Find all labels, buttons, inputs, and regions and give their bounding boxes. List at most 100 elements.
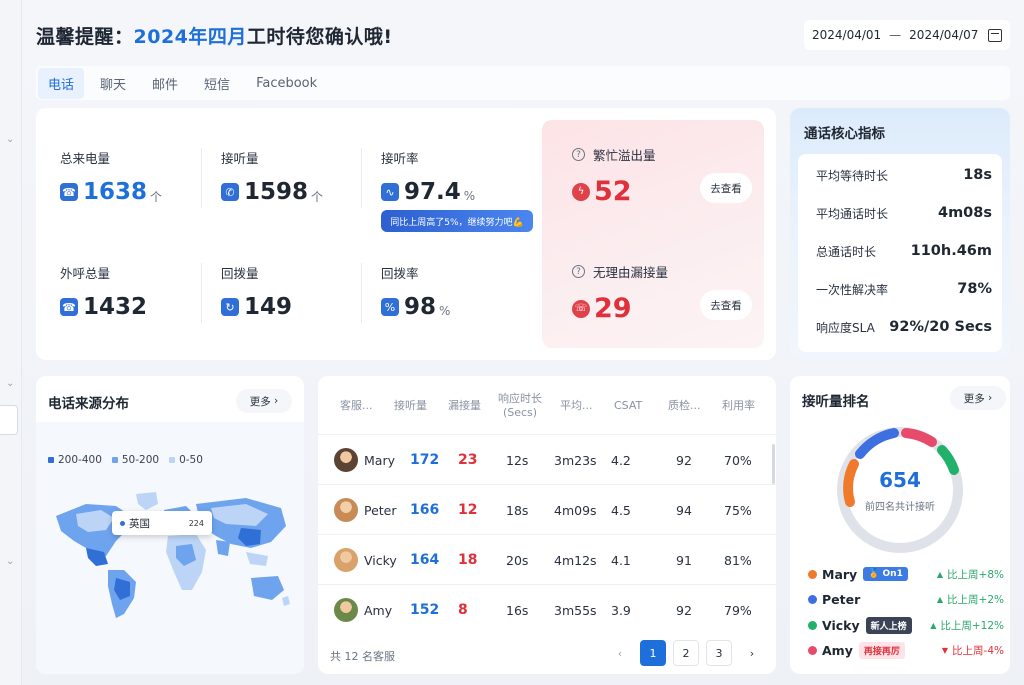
metric-value: 1638: [83, 179, 148, 205]
phone-answer-icon: ✆: [221, 183, 239, 201]
more-label: 更多: [249, 395, 271, 408]
chevron-down-icon[interactable]: ⌄: [6, 556, 14, 567]
tab-facebook[interactable]: Facebook: [246, 70, 327, 97]
rail-handle[interactable]: [0, 405, 18, 435]
core-row: 平均等待时长 18s: [798, 156, 1002, 194]
donut-segment-amy: [901, 428, 937, 447]
divider: [201, 148, 202, 208]
donut-segment-peter: [855, 428, 899, 459]
table-row[interactable]: Mary 172 23 12s 3m23s 4.2 92 70%: [318, 434, 776, 484]
column-header-response[interactable]: 响应时长 (Secs): [498, 384, 542, 428]
alert-overflow: ? 繁忙溢出量 ϟ 52: [572, 145, 656, 207]
core-value: 18s: [963, 167, 992, 183]
view-overflow-button[interactable]: 去查看: [700, 173, 752, 203]
metric-value: 97.4: [404, 179, 461, 205]
metric-outbound: 外呼总量 ☎ 1432: [60, 263, 147, 320]
cell-average: 4m09s: [554, 502, 597, 518]
core-key: 一次性解决率: [816, 282, 889, 297]
column-header-answered[interactable]: 接听量: [394, 384, 427, 428]
metric-value: 1598: [244, 179, 309, 205]
metric-unit: %: [439, 304, 451, 318]
alert-label: 繁忙溢出量: [593, 148, 656, 163]
cell-csat: 4.2: [611, 452, 631, 468]
chevron-down-icon[interactable]: ⌄: [6, 378, 14, 389]
column-header-agent[interactable]: 客服...: [340, 384, 373, 428]
next-page-button[interactable]: ›: [739, 640, 765, 666]
core-row: 平均通话时长 4m08s: [798, 194, 1002, 232]
tab-email[interactable]: 邮件: [142, 68, 188, 99]
cell-missed: 12: [458, 502, 478, 518]
rank-tag: 新人上榜: [865, 616, 912, 634]
core-key: 平均等待时长: [816, 168, 889, 183]
rank-name: Peter: [822, 591, 861, 607]
alert-card: ? 繁忙溢出量 ϟ 52 去查看 ? 无理由漏接量 ☏ 29 去查看: [542, 120, 764, 348]
question-icon[interactable]: ?: [572, 148, 585, 161]
cell-answered: 152: [410, 602, 440, 618]
title-suffix: 工时待您确认哦!: [246, 26, 393, 48]
ranking-row[interactable]: Peter ▲ 比上周+2%: [808, 588, 1004, 610]
prev-page-button[interactable]: ‹: [607, 640, 633, 666]
calendar-icon[interactable]: [988, 28, 1002, 42]
column-header-utilization[interactable]: 利用率: [722, 384, 755, 428]
view-missed-button[interactable]: 去查看: [700, 290, 752, 320]
cell-average: 3m23s: [554, 452, 597, 468]
avatar: [334, 498, 358, 522]
trend-down-icon: ▼: [941, 645, 949, 655]
legend-swatch: [48, 457, 54, 463]
legend-swatch: [169, 457, 176, 463]
ranking-row[interactable]: Mary 🏅 On1 ▲ 比上周+8%: [808, 563, 1004, 585]
table-row[interactable]: Amy 152 8 16s 3m55s 3.9 92 79%: [318, 584, 776, 634]
tab-sms[interactable]: 短信: [194, 68, 240, 99]
table-row[interactable]: Peter 166 12 18s 4m09s 4.5 94 75%: [318, 484, 776, 534]
ranking-total-label: 前四名共计接听: [865, 502, 935, 513]
cell-response: 12s: [506, 452, 529, 468]
column-header-qa[interactable]: 质检...: [668, 384, 701, 428]
rank-tag: 再接再厉: [858, 641, 905, 659]
page-button-2[interactable]: 2: [673, 640, 699, 666]
ranking-row[interactable]: Amy 再接再厉 ▼ 比上周-4%: [808, 639, 1004, 661]
core-value: 92%/20 Secs: [889, 319, 992, 335]
world-map[interactable]: [46, 486, 296, 626]
table-row[interactable]: Vicky 164 18 20s 4m12s 4.1 91 81%: [318, 534, 776, 584]
metric-unit: %: [463, 189, 476, 203]
date-range-picker[interactable]: 2024/04/01 — 2024/04/07: [804, 20, 1010, 50]
cell-answered: 166: [410, 502, 440, 518]
divider: [361, 263, 362, 323]
rank-tag-text: On1: [882, 569, 903, 579]
legend-item: 200-400: [48, 454, 102, 466]
trend-up-icon: ▲: [930, 620, 937, 630]
question-icon[interactable]: ?: [572, 265, 585, 278]
table-scrollbar[interactable]: [772, 444, 775, 484]
metric-label: 外呼总量: [60, 266, 111, 281]
title-prefix: 温馨提醒：: [36, 26, 134, 48]
agent-name: Amy: [364, 602, 393, 618]
column-header-csat[interactable]: CSAT: [614, 384, 642, 428]
rank-name: Vicky: [822, 617, 860, 633]
metric-callback-rate: 回拨率 % 98 %: [381, 263, 450, 320]
date-end: 2024/04/07: [909, 28, 979, 42]
column-header-average[interactable]: 平均...: [560, 384, 593, 428]
donut-segment-vicky: [937, 445, 959, 475]
alert-value: 52: [594, 176, 632, 207]
ranking-row[interactable]: Vicky 新人上榜 ▲ 比上周+12%: [808, 614, 1004, 636]
cell-response: 16s: [506, 602, 529, 618]
rank-name: Mary: [822, 566, 858, 582]
column-header-missed[interactable]: 漏接量: [448, 384, 481, 428]
cell-utilization: 79%: [724, 602, 752, 618]
pulse-icon: ∿: [381, 183, 399, 201]
more-button[interactable]: 更多 ›: [950, 386, 1006, 410]
tab-phone[interactable]: 电话: [38, 67, 85, 99]
page-button-3[interactable]: 3: [706, 640, 732, 666]
cell-average: 3m55s: [554, 602, 597, 618]
core-value: 110h.46m: [910, 243, 992, 259]
column-header-unit: (Secs): [502, 406, 538, 419]
title-highlight: 2024年四月: [133, 26, 247, 48]
cell-csat: 4.1: [611, 552, 631, 568]
page-button-1[interactable]: 1: [640, 640, 666, 666]
tab-chat[interactable]: 聊天: [90, 68, 136, 99]
metric-label: 总来电量: [60, 151, 111, 166]
legend-swatch: [111, 457, 118, 463]
more-button[interactable]: 更多 ›: [236, 389, 292, 413]
chevron-down-icon[interactable]: ⌄: [6, 134, 14, 145]
avatar: [334, 448, 358, 472]
